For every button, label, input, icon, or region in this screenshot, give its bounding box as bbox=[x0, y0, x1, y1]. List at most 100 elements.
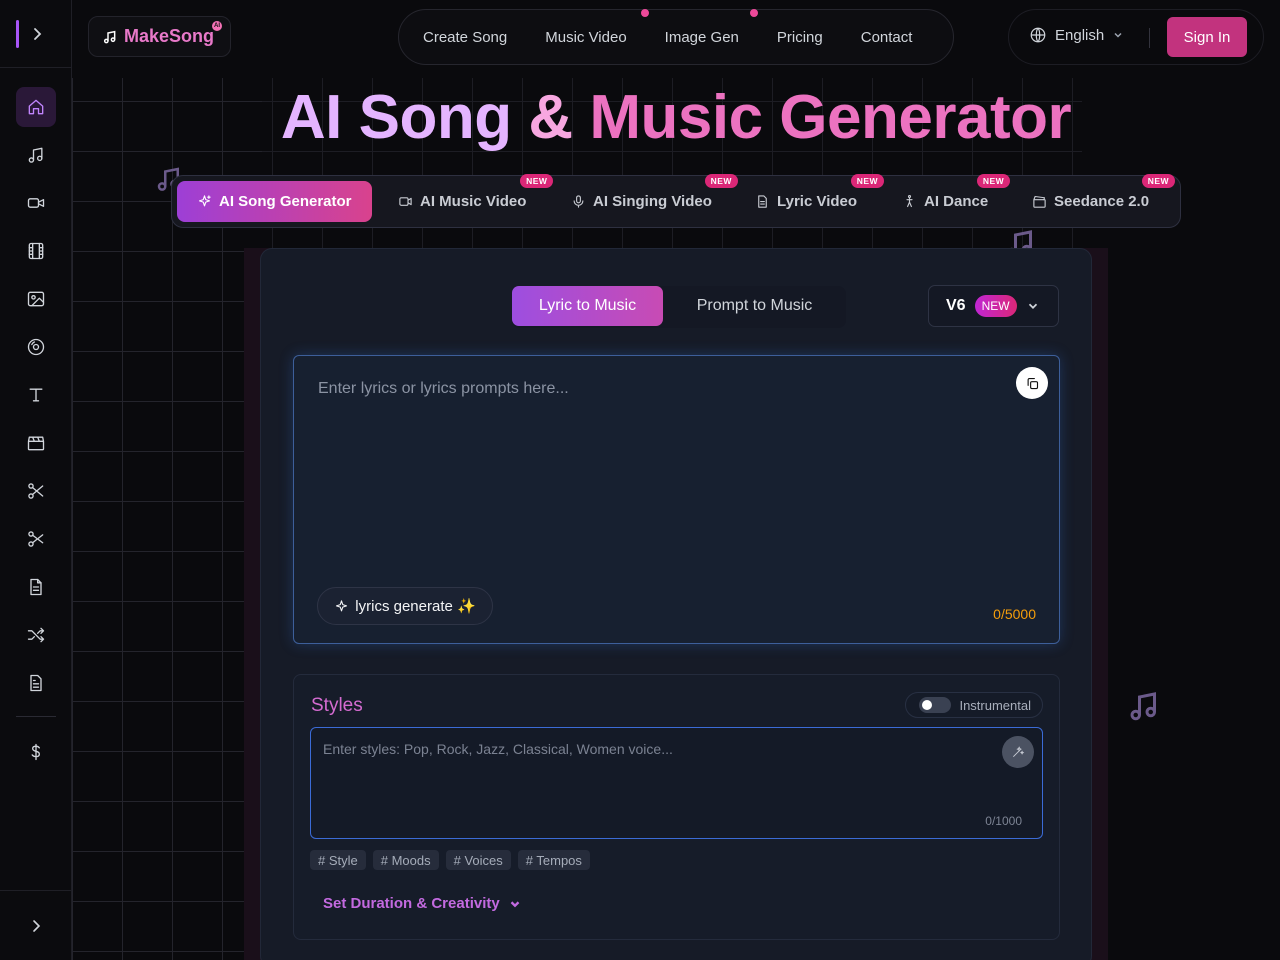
chevron-right-icon bbox=[33, 919, 41, 932]
nav-music-video[interactable]: Music Video bbox=[545, 8, 650, 46]
paste-button[interactable] bbox=[1016, 367, 1048, 399]
tab-ai-singing-video[interactable]: AI Singing Video NEW bbox=[571, 174, 738, 222]
tab-lyric-video[interactable]: Lyric Video NEW bbox=[755, 174, 885, 222]
sidebar-item-shuffle[interactable] bbox=[16, 615, 56, 655]
version-selector[interactable]: V6 NEW bbox=[928, 285, 1059, 327]
music-note-icon bbox=[103, 30, 116, 43]
version-new-badge: NEW bbox=[974, 295, 1017, 317]
tab-label: Seedance 2.0 bbox=[1054, 193, 1150, 210]
new-indicator-dot bbox=[641, 8, 650, 17]
tag-tempos[interactable]: # Tempos bbox=[517, 850, 590, 870]
tab-label: AI Music Video bbox=[420, 193, 527, 210]
tab-ai-dance[interactable]: AI Dance NEW bbox=[902, 174, 1011, 222]
tab-label: AI Dance bbox=[924, 193, 989, 210]
tag-moods[interactable]: # Moods bbox=[372, 850, 439, 870]
sidebar-item-clapperboard[interactable] bbox=[16, 423, 56, 463]
nav-label: Contact bbox=[860, 28, 913, 46]
tab-label: Lyric Video bbox=[777, 193, 858, 210]
scissors-icon bbox=[28, 483, 44, 499]
copy-icon bbox=[1027, 377, 1038, 389]
sidebar-accent-bar bbox=[16, 20, 19, 48]
music-note-icon bbox=[28, 147, 43, 163]
sidebar-item-music-note[interactable] bbox=[16, 135, 56, 175]
toggle-switch[interactable] bbox=[919, 697, 952, 713]
nav-image-gen[interactable]: Image Gen bbox=[664, 8, 758, 46]
sidebar bbox=[0, 0, 72, 960]
tab-ai-music-video[interactable]: AI Music Video NEW bbox=[398, 174, 554, 222]
duration-label: Set Duration & Creativity bbox=[323, 895, 500, 912]
title-part: & bbox=[528, 83, 573, 152]
nav-pricing[interactable]: Pricing bbox=[777, 29, 823, 46]
sidebar-item-dollar[interactable] bbox=[16, 732, 56, 772]
sidebar-item-vinyl-disc[interactable] bbox=[16, 327, 56, 367]
nav-label: Music Video bbox=[545, 28, 627, 46]
lyrics-generate-button[interactable]: lyrics generate ✨ bbox=[317, 587, 493, 625]
tab-label: AI Singing Video bbox=[593, 193, 712, 210]
video-icon bbox=[399, 197, 412, 206]
sidebar-item-file-text[interactable] bbox=[16, 663, 56, 703]
sidebar-item-scissors[interactable] bbox=[16, 471, 56, 511]
mode-lyric-to-music[interactable]: Lyric to Music bbox=[512, 286, 663, 326]
sidebar-header bbox=[0, 0, 71, 68]
microphone-icon bbox=[573, 195, 584, 208]
image-icon bbox=[27, 291, 45, 307]
sidebar-item-scissors-alt[interactable] bbox=[16, 519, 56, 559]
lyrics-input[interactable] bbox=[294, 356, 1059, 586]
new-badge: NEW bbox=[704, 174, 738, 188]
new-indicator-dot bbox=[749, 8, 758, 17]
sidebar-item-document[interactable] bbox=[16, 567, 56, 607]
styles-panel: Styles Instrumental 0/1000 # Style # Moo… bbox=[293, 674, 1060, 940]
document-icon bbox=[758, 195, 767, 208]
nav-label: Pricing bbox=[776, 28, 823, 46]
music-note-icon bbox=[1126, 688, 1162, 729]
language-selector[interactable]: English bbox=[1029, 26, 1124, 44]
styles-input[interactable] bbox=[311, 728, 1042, 816]
tag-style[interactable]: # Style bbox=[310, 850, 366, 870]
lyrics-panel: lyrics generate ✨ 0/5000 bbox=[293, 355, 1060, 644]
globe-icon bbox=[1030, 27, 1046, 43]
nav-create-song[interactable]: Create Song bbox=[423, 29, 507, 46]
tag-voices[interactable]: # Voices bbox=[445, 850, 511, 870]
chevron-right-icon bbox=[34, 28, 42, 40]
text-icon bbox=[29, 388, 43, 402]
generator-card: Lyric to Music Prompt to Music V6 NEW ly… bbox=[260, 248, 1092, 960]
top-nav: Create Song Music Video Image Gen Pricin… bbox=[398, 8, 954, 65]
sidebar-item-film[interactable] bbox=[16, 231, 56, 271]
sparkle-icon bbox=[336, 599, 348, 611]
clapperboard-icon bbox=[27, 436, 45, 451]
tab-seedance[interactable]: Seedance 2.0 NEW bbox=[1032, 174, 1176, 222]
shuffle-icon bbox=[27, 627, 45, 643]
nav-label: Image Gen bbox=[664, 28, 739, 46]
instrumental-toggle[interactable]: Instrumental bbox=[905, 692, 1043, 718]
divider bbox=[1149, 28, 1150, 48]
mode-switcher: Lyric to Music Prompt to Music bbox=[512, 286, 846, 328]
sidebar-item-image[interactable] bbox=[16, 279, 56, 319]
lyrics-char-count: 0/5000 bbox=[993, 606, 1036, 622]
mode-prompt-to-music[interactable]: Prompt to Music bbox=[663, 286, 846, 326]
style-suggest-button[interactable] bbox=[1002, 736, 1034, 768]
dollar-icon bbox=[31, 743, 40, 761]
file-text-icon bbox=[30, 674, 42, 692]
nav-contact[interactable]: Contact bbox=[861, 29, 913, 46]
instrumental-label: Instrumental bbox=[959, 697, 1031, 713]
scissors-alt-icon bbox=[28, 531, 44, 547]
ai-badge: AI bbox=[212, 21, 222, 31]
new-badge: NEW bbox=[520, 174, 554, 188]
feature-tabs: AI Song Generator AI Music Video NEW AI … bbox=[171, 174, 1181, 228]
duration-creativity-toggle[interactable]: Set Duration & Creativity bbox=[323, 895, 522, 912]
new-badge: NEW bbox=[1141, 174, 1176, 188]
sidebar-collapse-button[interactable] bbox=[0, 890, 72, 960]
sidebar-item-video-camera[interactable] bbox=[16, 183, 56, 223]
tab-ai-song-generator[interactable]: AI Song Generator bbox=[177, 181, 372, 222]
vinyl-disc-icon bbox=[27, 338, 45, 356]
brand-logo[interactable]: MakeSong AI bbox=[88, 16, 231, 57]
page-title: AI Song & Music Generator bbox=[262, 82, 1090, 153]
styles-title: Styles bbox=[311, 695, 363, 716]
version-label: V6 bbox=[946, 297, 966, 314]
sidebar-item-home[interactable] bbox=[16, 87, 56, 127]
sign-in-button[interactable]: Sign In bbox=[1167, 17, 1247, 57]
sparkle-icon bbox=[198, 195, 211, 207]
new-badge: NEW bbox=[850, 174, 885, 188]
sidebar-expand-button[interactable] bbox=[26, 22, 48, 46]
sidebar-item-text[interactable] bbox=[16, 375, 56, 415]
